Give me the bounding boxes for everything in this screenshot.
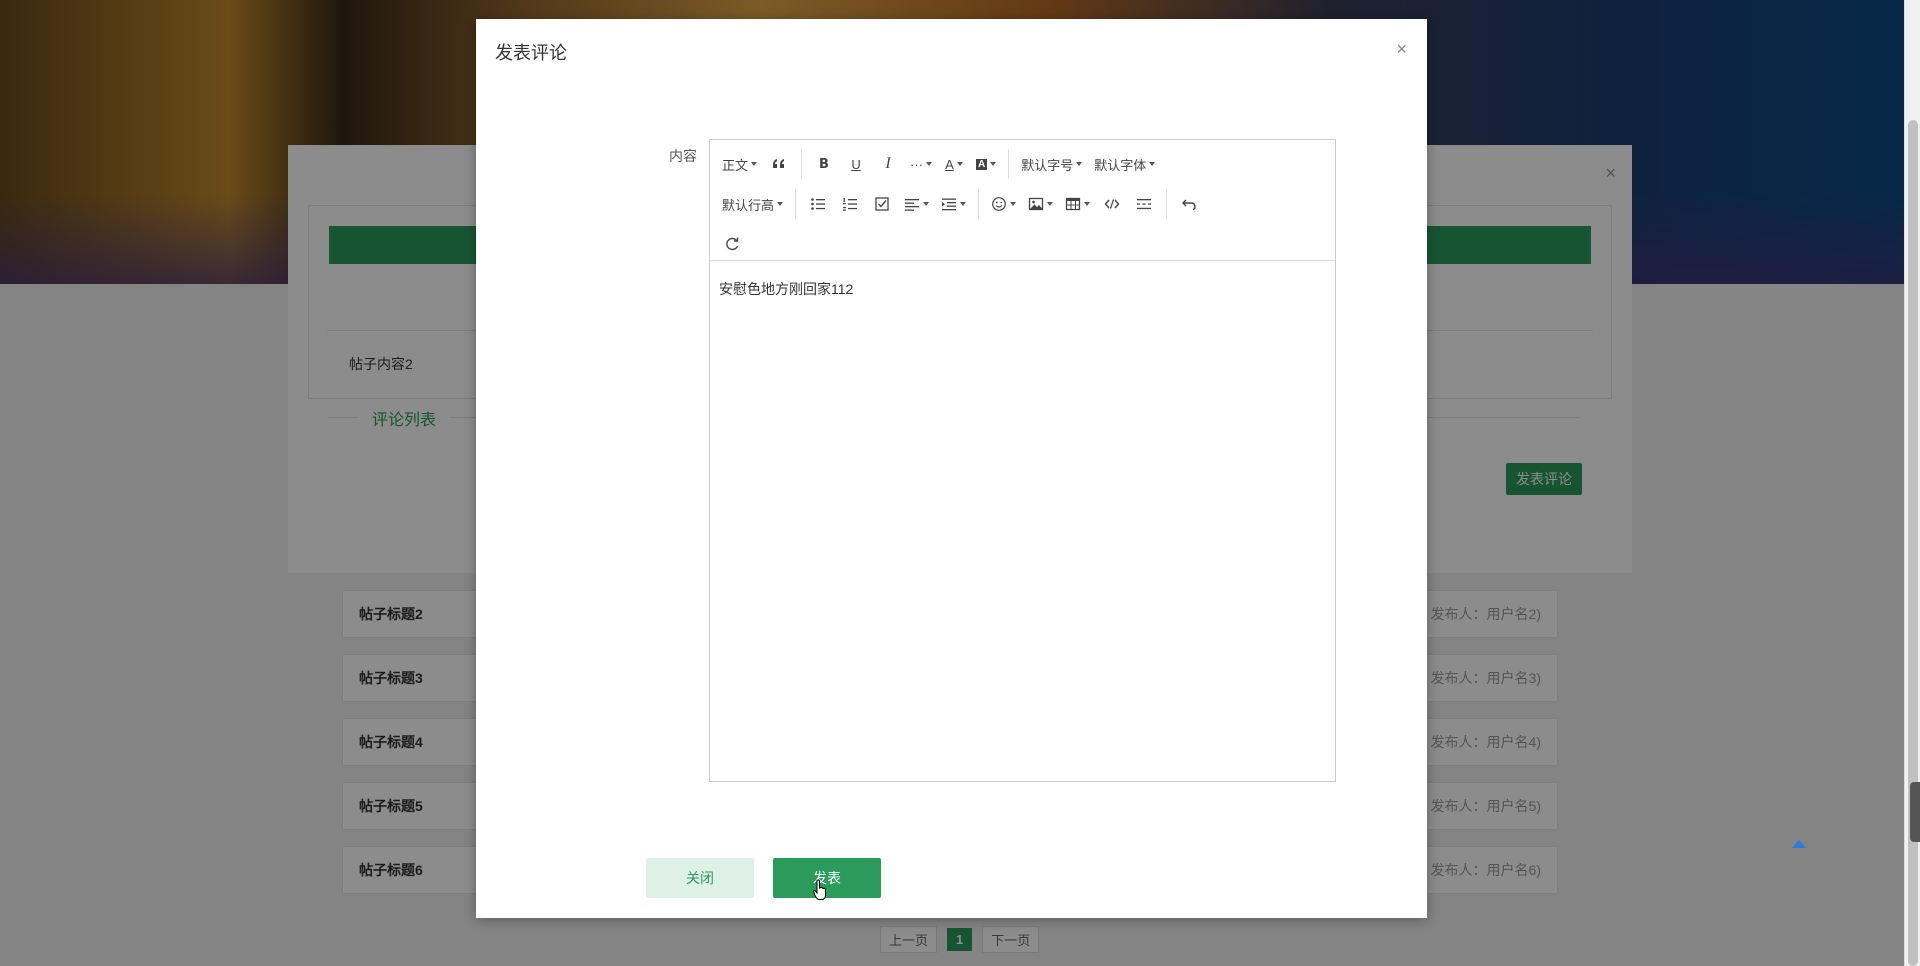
toolbar-divider [978, 189, 980, 219]
font-size-dropdown[interactable]: 默认字号 [1015, 148, 1088, 180]
font-family-dropdown[interactable]: 默认字体 [1088, 148, 1161, 180]
hand-cursor-icon [813, 879, 826, 900]
undo-icon [1182, 199, 1196, 211]
numbered-list-icon [843, 198, 858, 211]
dialog-title: 发表评论 [495, 43, 567, 63]
close-button[interactable]: 关闭 [646, 858, 754, 898]
code-icon [1104, 199, 1120, 209]
toolbar-divider [795, 189, 797, 219]
toolbar-divider [1166, 189, 1168, 219]
horizontal-rule-icon [1137, 199, 1152, 210]
chevron-down-icon [1149, 162, 1156, 166]
align-left-icon [905, 199, 920, 211]
chevron-down-icon [923, 202, 930, 206]
content-label: 内容 [669, 148, 697, 164]
toolbar-divider [1008, 149, 1010, 179]
bold-button[interactable]: B [808, 148, 840, 180]
more-styles-dropdown[interactable]: ··· [904, 148, 938, 180]
table-dropdown[interactable] [1059, 188, 1096, 220]
redo-button[interactable] [716, 228, 748, 260]
chevron-down-icon [1047, 202, 1054, 206]
close-icon[interactable]: × [1396, 39, 1407, 60]
font-color-icon: A [945, 156, 954, 172]
rich-text-editor: 正文 B U I ··· A A 默认字号 默认字体 默认行高 安慰色地方刚回家… [709, 139, 1336, 782]
redo-icon [726, 237, 739, 251]
bulleted-list-button[interactable] [802, 188, 834, 220]
chevron-down-icon [1010, 202, 1017, 206]
quote-button[interactable] [763, 148, 795, 180]
editor-paragraph: 安慰色地方刚回家112 [719, 281, 854, 297]
undo-button[interactable] [1173, 188, 1205, 220]
chevron-down-icon [777, 202, 784, 206]
italic-button[interactable]: I [872, 148, 904, 180]
back-to-top-icon[interactable] [1792, 840, 1806, 848]
divider-button[interactable] [1128, 188, 1160, 220]
indent-icon [942, 198, 957, 211]
underline-button[interactable]: U [840, 148, 872, 180]
todo-button[interactable] [866, 188, 898, 220]
checkbox-icon [875, 197, 889, 211]
chevron-down-icon [956, 162, 963, 166]
bold-icon: B [819, 156, 829, 172]
toolbar-divider [801, 149, 803, 179]
table-icon [1065, 197, 1081, 211]
line-height-label: 默认行高 [722, 197, 775, 213]
font-color-dropdown[interactable]: A [938, 148, 970, 180]
chevron-down-icon [1084, 202, 1091, 206]
chevron-down-icon [990, 162, 997, 166]
submit-button[interactable]: 发表 [773, 858, 881, 898]
background-color-dropdown[interactable]: A [970, 148, 1002, 180]
image-icon [1028, 197, 1044, 211]
paragraph-format-label: 正文 [722, 157, 749, 173]
indent-dropdown[interactable] [935, 188, 972, 220]
editor-text-area[interactable]: 安慰色地方刚回家112 [710, 261, 1335, 781]
editor-toolbar: 正文 B U I ··· A A 默认字号 默认字体 默认行高 [710, 140, 1335, 261]
smiley-icon [992, 197, 1006, 211]
image-dropdown[interactable] [1022, 188, 1059, 220]
font-family-label: 默认字体 [1094, 157, 1147, 173]
bulleted-list-icon [811, 198, 826, 210]
chevron-down-icon [751, 162, 758, 166]
font-size-label: 默认字号 [1021, 157, 1074, 173]
paragraph-format-dropdown[interactable]: 正文 [716, 148, 763, 180]
side-handle[interactable] [1910, 782, 1920, 842]
underline-icon: U [851, 156, 861, 172]
chevron-down-icon [960, 202, 967, 206]
chevron-down-icon [1076, 162, 1083, 166]
background-color-icon: A [976, 158, 988, 170]
align-dropdown[interactable] [898, 188, 935, 220]
italic-icon: I [885, 155, 891, 172]
line-height-dropdown[interactable]: 默认行高 [716, 188, 789, 220]
post-comment-dialog: 发表评论 × 内容 正文 B U I ··· A A 默认字号 默认字体 默认行… [476, 19, 1427, 918]
chevron-down-icon [926, 162, 933, 166]
numbered-list-button[interactable] [834, 188, 866, 220]
code-button[interactable] [1096, 188, 1128, 220]
more-icon: ··· [910, 156, 924, 172]
quote-icon [773, 159, 785, 168]
emoji-dropdown[interactable] [985, 188, 1022, 220]
